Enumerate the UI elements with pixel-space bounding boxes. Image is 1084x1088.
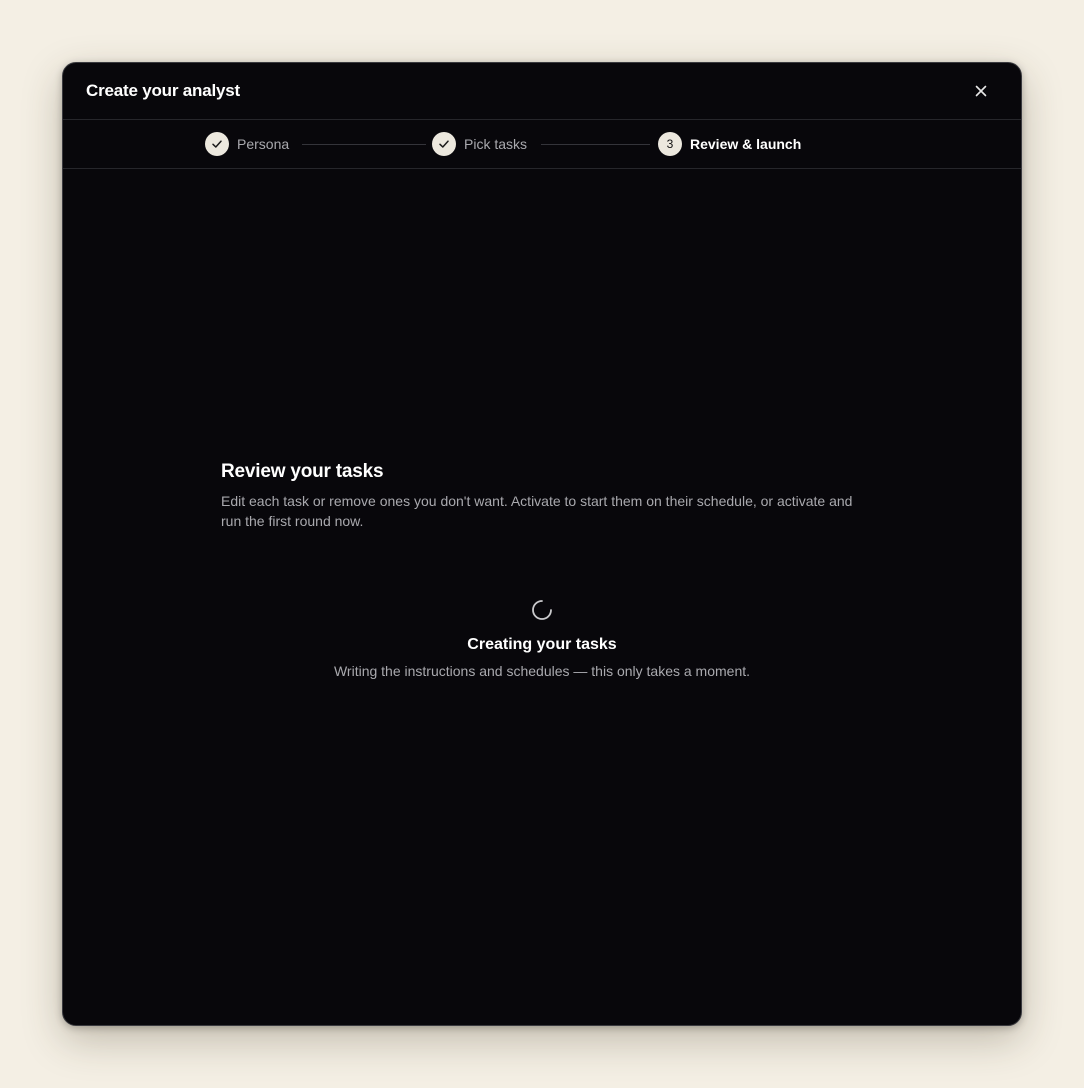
modal-title: Create your analyst (86, 81, 240, 100)
step-persona-label: Persona (237, 136, 290, 152)
spinner-icon (532, 600, 552, 620)
loading-description: Writing the instructions and schedules —… (333, 663, 751, 679)
step-review-launch-label: Review & launch (690, 136, 802, 152)
create-analyst-modal: Create your analyst Persona Pick tasks 3… (62, 62, 1022, 1026)
step-persona-circle (205, 132, 229, 156)
step-pick-tasks-label: Pick tasks (464, 136, 528, 152)
step-connector (541, 144, 650, 145)
loading-title: Creating your tasks (467, 636, 617, 653)
close-icon (975, 85, 987, 97)
modal-header: Create your analyst (63, 63, 1021, 120)
review-title: Review your tasks (221, 461, 384, 482)
step-review-launch[interactable]: 3 Review & launch (658, 132, 801, 156)
close-button[interactable] (970, 80, 992, 102)
step-review-launch-number: 3 (658, 132, 682, 156)
step-connector (302, 144, 426, 145)
review-section: Review your tasks Edit each task or remo… (221, 461, 871, 531)
page-backdrop: Create your analyst Persona Pick tasks 3… (0, 0, 1084, 1088)
step-pick-tasks-circle (432, 132, 456, 156)
loading-state: Creating your tasks Writing the instruct… (63, 599, 1021, 679)
step-pick-tasks[interactable]: Pick tasks (432, 132, 527, 156)
review-description: Edit each task or remove ones you don't … (221, 493, 853, 529)
check-icon (212, 140, 222, 148)
step-persona[interactable]: Persona (205, 132, 289, 156)
stepper: Persona Pick tasks 3 Review & launch (63, 120, 1021, 169)
check-icon (439, 140, 449, 148)
